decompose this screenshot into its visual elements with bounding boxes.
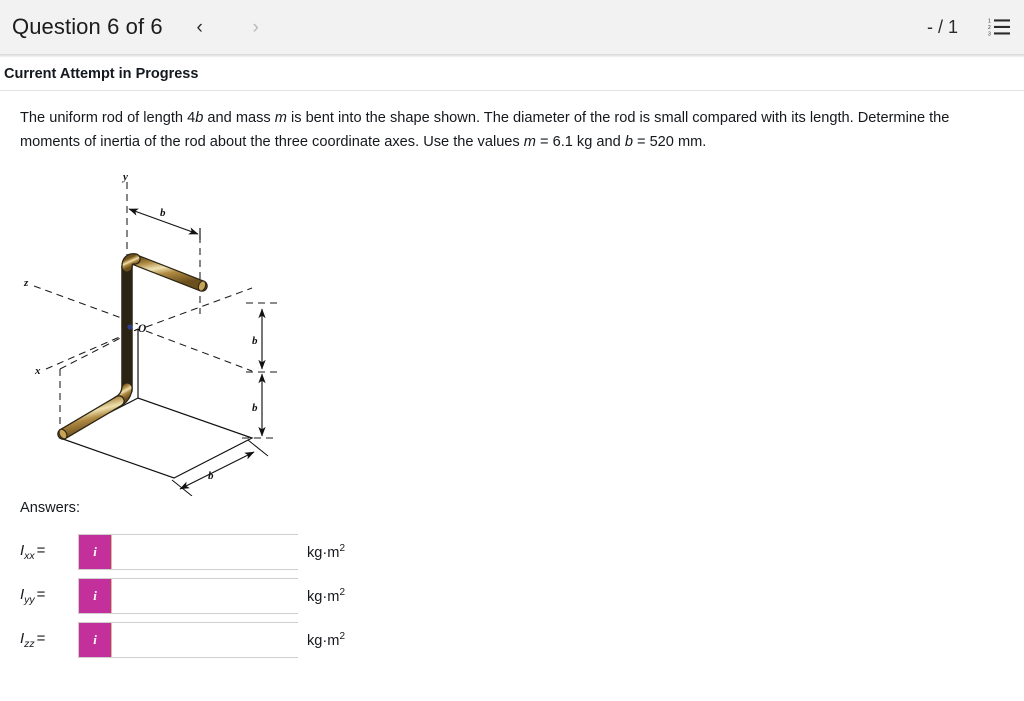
info-icon-iyy[interactable]: i: [79, 579, 112, 613]
svg-text:2: 2: [988, 25, 991, 31]
prompt-line2-part3: = 520 mm.: [632, 134, 707, 150]
dimension-label-lower: b: [252, 402, 258, 414]
origin-point: [127, 324, 133, 330]
svg-text:3: 3: [988, 32, 991, 38]
answer-label-iyy: Iyy =: [20, 586, 78, 606]
prompt-var-m-1: m: [274, 110, 287, 126]
answer-input-izz[interactable]: [112, 623, 305, 657]
bent-rod-diagram: y z x O b b b b: [23, 171, 282, 496]
answer-field-group-iyy: i: [78, 578, 305, 614]
answers-heading: Answers:: [20, 500, 81, 516]
numbered-list-icon[interactable]: 1 2 3: [988, 17, 1010, 37]
axis-label-y: y: [121, 171, 128, 183]
question-prompt: The uniform rod of length 4b and mass m …: [20, 106, 1004, 154]
page-header: Question 6 of 6 ‹ › - / 1 1 2 3: [0, 0, 1024, 54]
dimension-label-bottom: b: [208, 470, 214, 482]
answer-field-group-ixx: i: [78, 534, 305, 570]
dimension-bottom: [171, 439, 269, 496]
answer-unit-ixx: kg·m2: [307, 543, 345, 561]
page-title: Question 6 of 6: [12, 14, 163, 39]
answer-row-ixx: Ixx = i kg·m2: [20, 532, 1024, 572]
question-nav: ‹ ›: [185, 12, 271, 42]
unit-text-ixx: kg·m: [307, 544, 340, 561]
unit-text-iyy: kg·m: [307, 588, 340, 605]
answer-equals-iyy: =: [36, 586, 46, 603]
attempt-status-text: Current Attempt in Progress: [4, 66, 199, 82]
axis-label-x: x: [34, 365, 41, 377]
reference-box: [58, 329, 254, 479]
answer-unit-iyy: kg·m2: [307, 587, 345, 605]
answer-row-izz: Izz = i kg·m2: [20, 620, 1024, 660]
svg-text:1: 1: [988, 19, 991, 25]
unit-exponent-izz: 2: [339, 631, 345, 643]
answer-input-ixx[interactable]: [112, 535, 305, 569]
question-content: The uniform rod of length 4b and mass m …: [0, 92, 1024, 664]
unit-exponent-ixx: 2: [339, 543, 345, 555]
info-icon-izz[interactable]: i: [79, 623, 112, 657]
answer-row-iyy: Iyy = i kg·m2: [20, 576, 1024, 616]
answer-field-group-izz: i: [78, 622, 305, 658]
answer-rows: Ixx = i kg·m2 Iyy = i kg·m2 Izz = i kg·m2: [20, 532, 1024, 660]
axis-label-z: z: [23, 277, 29, 289]
dimension-label-top: b: [160, 207, 166, 219]
prompt-line1-part2: and mass: [203, 110, 275, 126]
answer-equals-ixx: =: [36, 542, 46, 559]
chevron-left-icon[interactable]: ‹: [185, 12, 215, 42]
chevron-right-icon[interactable]: ›: [241, 12, 271, 42]
info-icon-ixx[interactable]: i: [79, 535, 112, 569]
prompt-line1-part1: The uniform rod of length 4: [20, 110, 196, 126]
answer-subscript-iyy: yy: [24, 594, 35, 606]
dimension-label-upper: b: [252, 335, 258, 347]
answer-label-izz: Izz =: [20, 630, 78, 650]
unit-text-izz: kg·m: [307, 632, 340, 649]
bent-rod: [57, 253, 208, 440]
answer-input-iyy[interactable]: [112, 579, 305, 613]
unit-exponent-iyy: 2: [339, 587, 345, 599]
origin-label: O: [138, 323, 146, 335]
answer-equals-izz: =: [36, 630, 46, 647]
prompt-line1-part3: is bent into the shape shown. The diamet…: [286, 110, 854, 126]
score-display: - / 1: [926, 16, 958, 37]
prompt-var-m-2: m: [523, 134, 536, 150]
prompt-line2-part2: = 6.1 kg and: [535, 134, 625, 150]
bent-rod-figure: y z x O b b b b: [20, 166, 300, 496]
answer-subscript-ixx: xx: [24, 550, 35, 562]
answer-subscript-izz: zz: [24, 638, 35, 650]
attempt-status-bar: Current Attempt in Progress: [0, 58, 1024, 91]
answer-unit-izz: kg·m2: [307, 631, 345, 649]
answer-label-ixx: Ixx =: [20, 542, 78, 562]
header-right-group: - / 1 1 2 3: [927, 17, 1010, 38]
prompt-var-b-2: b: [624, 134, 633, 150]
